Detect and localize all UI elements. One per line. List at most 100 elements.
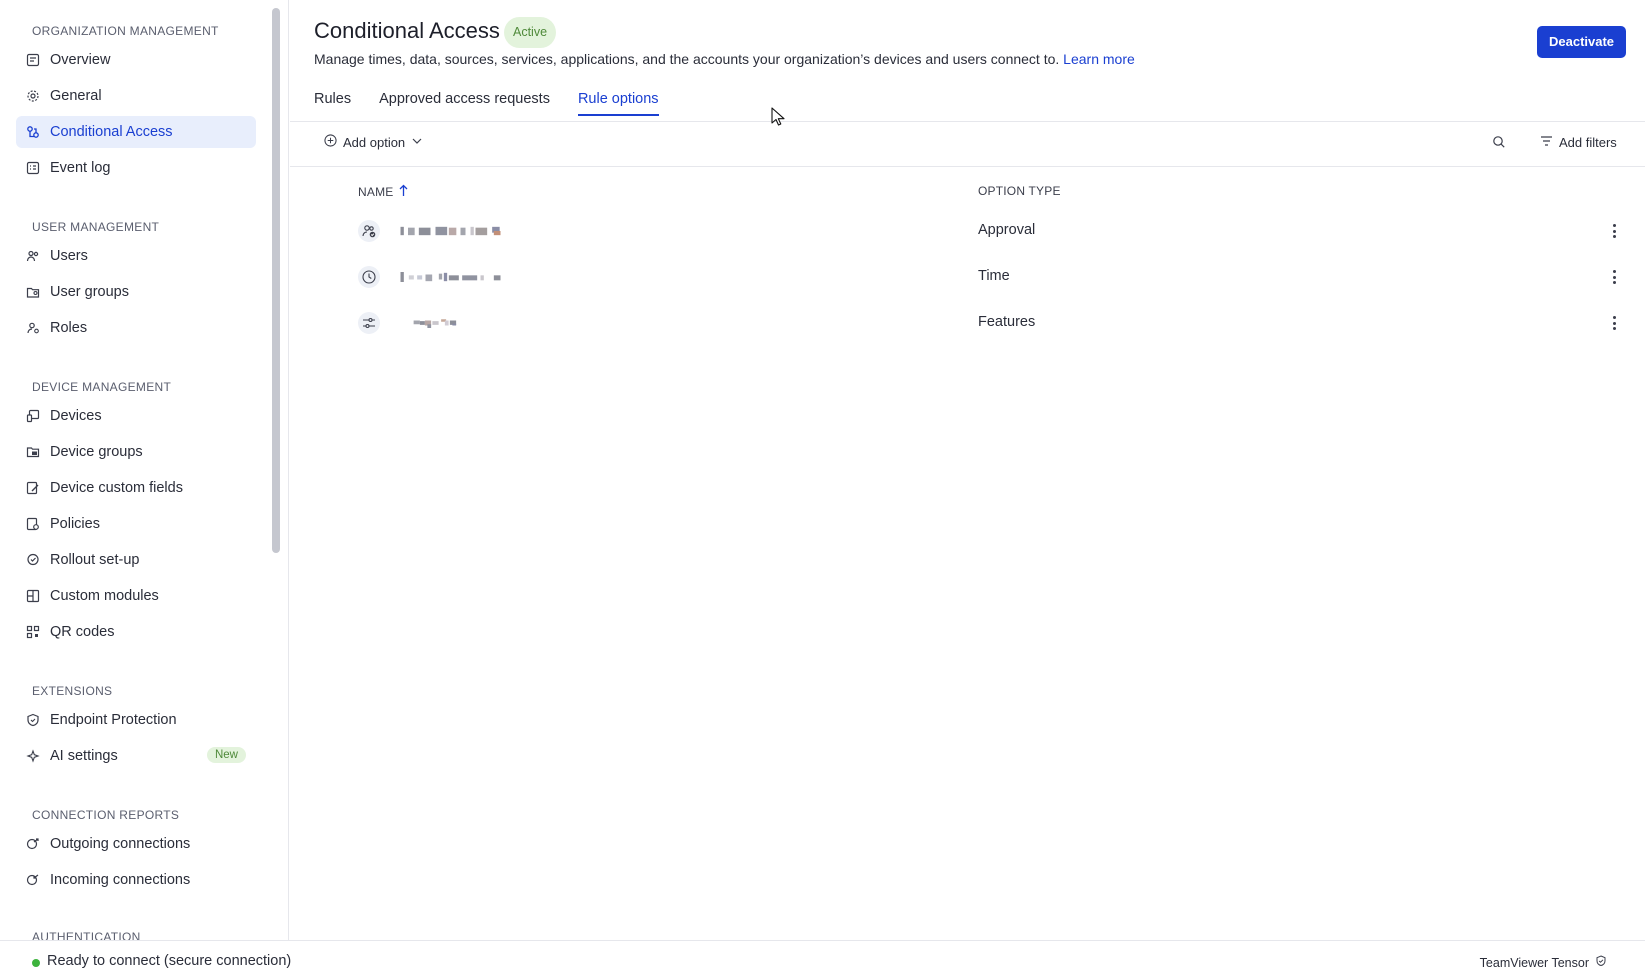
sidebar-item-label: Users [50, 248, 88, 264]
connection-status-text: Ready to connect (secure connection) [47, 953, 292, 969]
column-header-option-type: OPTION TYPE [978, 184, 1061, 198]
sidebar-item-label: AI settings [50, 748, 118, 764]
overview-icon [26, 53, 40, 67]
tabs-divider [290, 121, 1645, 122]
incoming-icon [26, 873, 40, 887]
filter-icon [1540, 135, 1553, 150]
sidebar-item-custom-modules[interactable]: Custom modules [16, 580, 256, 612]
tab-approved-access-requests[interactable]: Approved access requests [379, 91, 550, 116]
deactivate-button[interactable]: Deactivate [1537, 26, 1627, 58]
sidebar-item-label: General [50, 88, 102, 104]
qr-icon [26, 625, 40, 639]
brand-label: TeamViewer Tensor [1480, 955, 1607, 970]
event-log-icon [26, 161, 40, 175]
page-title: Conditional Access [314, 18, 500, 43]
row-menu-icon[interactable] [1610, 268, 1618, 286]
shield-check-icon [1595, 955, 1607, 970]
section-header-extensions: EXTENSIONS [32, 684, 113, 698]
sidebar-item-devices[interactable]: Devices [16, 400, 256, 432]
redacted-name [400, 272, 501, 282]
table-row[interactable]: Time [290, 254, 1645, 300]
toolbar-divider [290, 166, 1645, 167]
roles-icon [26, 321, 40, 335]
row-menu-icon[interactable] [1610, 314, 1618, 332]
shield-icon [26, 713, 40, 727]
status-bar: Ready to connect (secure connection) Tea… [0, 940, 1645, 979]
section-header-organization: ORGANIZATION MANAGEMENT [32, 24, 219, 38]
sidebar-item-users[interactable]: Users [16, 240, 256, 272]
tab-bar: Rules Approved access requests Rule opti… [314, 91, 659, 116]
sidebar-item-label: Custom modules [50, 588, 159, 604]
chevron-down-icon [411, 135, 423, 150]
sidebar-item-label: User groups [50, 284, 129, 300]
plus-circle-icon [324, 134, 337, 150]
conditional-access-icon [26, 125, 40, 139]
redacted-name [413, 319, 457, 328]
status-badge: Active [504, 17, 557, 48]
mouse-cursor-icon [771, 107, 785, 126]
option-type: Features [978, 314, 1036, 330]
devices-icon [26, 409, 40, 423]
tab-rule-options[interactable]: Rule options [577, 91, 659, 116]
sidebar-item-label: Roles [50, 320, 88, 336]
sidebar-item-policies[interactable]: Policies [16, 508, 256, 540]
sidebar-item-label: Rollout set-up [50, 552, 140, 568]
rollout-icon [26, 553, 40, 567]
user-check-icon [358, 220, 380, 242]
page-description: Manage times, data, sources, services, a… [314, 51, 1135, 67]
sidebar: ORGANIZATION MANAGEMENT Overview General… [0, 0, 289, 940]
option-type: Time [978, 268, 1010, 284]
custom-fields-icon [26, 481, 40, 495]
learn-more-link[interactable]: Learn more [1063, 51, 1135, 67]
sidebar-item-label: Conditional Access [50, 124, 173, 140]
sidebar-item-endpoint-protection[interactable]: Endpoint Protection [16, 704, 256, 736]
sidebar-item-label: Devices [50, 408, 102, 424]
sidebar-scrollbar[interactable] [272, 8, 280, 553]
sidebar-item-label: Event log [50, 160, 111, 176]
sidebar-item-incoming-connections[interactable]: Incoming connections [16, 864, 256, 896]
add-option-button[interactable]: Add option [324, 134, 423, 150]
user-groups-icon [26, 285, 40, 299]
redacted-name [400, 226, 501, 236]
sidebar-item-user-groups[interactable]: User groups [16, 276, 256, 308]
main-content: Conditional Access Active Manage times, … [290, 0, 1645, 940]
sidebar-item-general[interactable]: General [16, 80, 256, 112]
sidebar-item-label: Policies [50, 516, 100, 532]
policies-icon [26, 517, 40, 531]
sidebar-item-label: Device custom fields [50, 480, 183, 496]
sidebar-nav: ORGANIZATION MANAGEMENT Overview General… [0, 0, 272, 940]
sidebar-item-device-custom-fields[interactable]: Device custom fields [16, 472, 256, 504]
sidebar-item-outgoing-connections[interactable]: Outgoing connections [16, 828, 256, 860]
sliders-icon [358, 312, 380, 334]
tab-rules[interactable]: Rules [314, 91, 351, 116]
option-type: Approval [978, 222, 1036, 238]
sidebar-item-conditional-access[interactable]: Conditional Access [16, 116, 256, 148]
new-badge: New [206, 747, 246, 763]
sparkle-icon [26, 749, 40, 763]
connection-status-dot [32, 959, 40, 967]
column-header-name[interactable]: NAME [358, 184, 408, 200]
row-menu-icon[interactable] [1610, 222, 1618, 240]
table-row[interactable]: Features [290, 300, 1645, 346]
table-row[interactable]: Approval [290, 208, 1645, 254]
sidebar-item-ai-settings[interactable]: AI settings New [16, 740, 256, 772]
add-filters-label: Add filters [1559, 135, 1617, 150]
brand-text: TeamViewer Tensor [1479, 955, 1589, 970]
section-header-authentication: AUTHENTICATION [32, 930, 141, 940]
sidebar-item-label: Incoming connections [50, 872, 191, 888]
sidebar-item-rollout-setup[interactable]: Rollout set-up [16, 544, 256, 576]
sidebar-item-label: QR codes [50, 624, 115, 640]
outgoing-icon [26, 837, 40, 851]
sidebar-item-qr-codes[interactable]: QR codes [16, 616, 256, 648]
sidebar-item-event-log[interactable]: Event log [16, 152, 256, 184]
sidebar-item-overview[interactable]: Overview [16, 44, 256, 76]
sidebar-item-roles[interactable]: Roles [16, 312, 256, 344]
users-icon [26, 249, 40, 263]
add-filters-button[interactable]: Add filters [1540, 135, 1617, 150]
modules-icon [26, 589, 40, 603]
sidebar-item-label: Overview [50, 52, 111, 68]
sidebar-item-device-groups[interactable]: Device groups [16, 436, 256, 468]
sort-ascending-icon [399, 184, 408, 200]
section-header-device-management: DEVICE MANAGEMENT [32, 380, 172, 394]
search-icon[interactable] [1492, 135, 1508, 151]
